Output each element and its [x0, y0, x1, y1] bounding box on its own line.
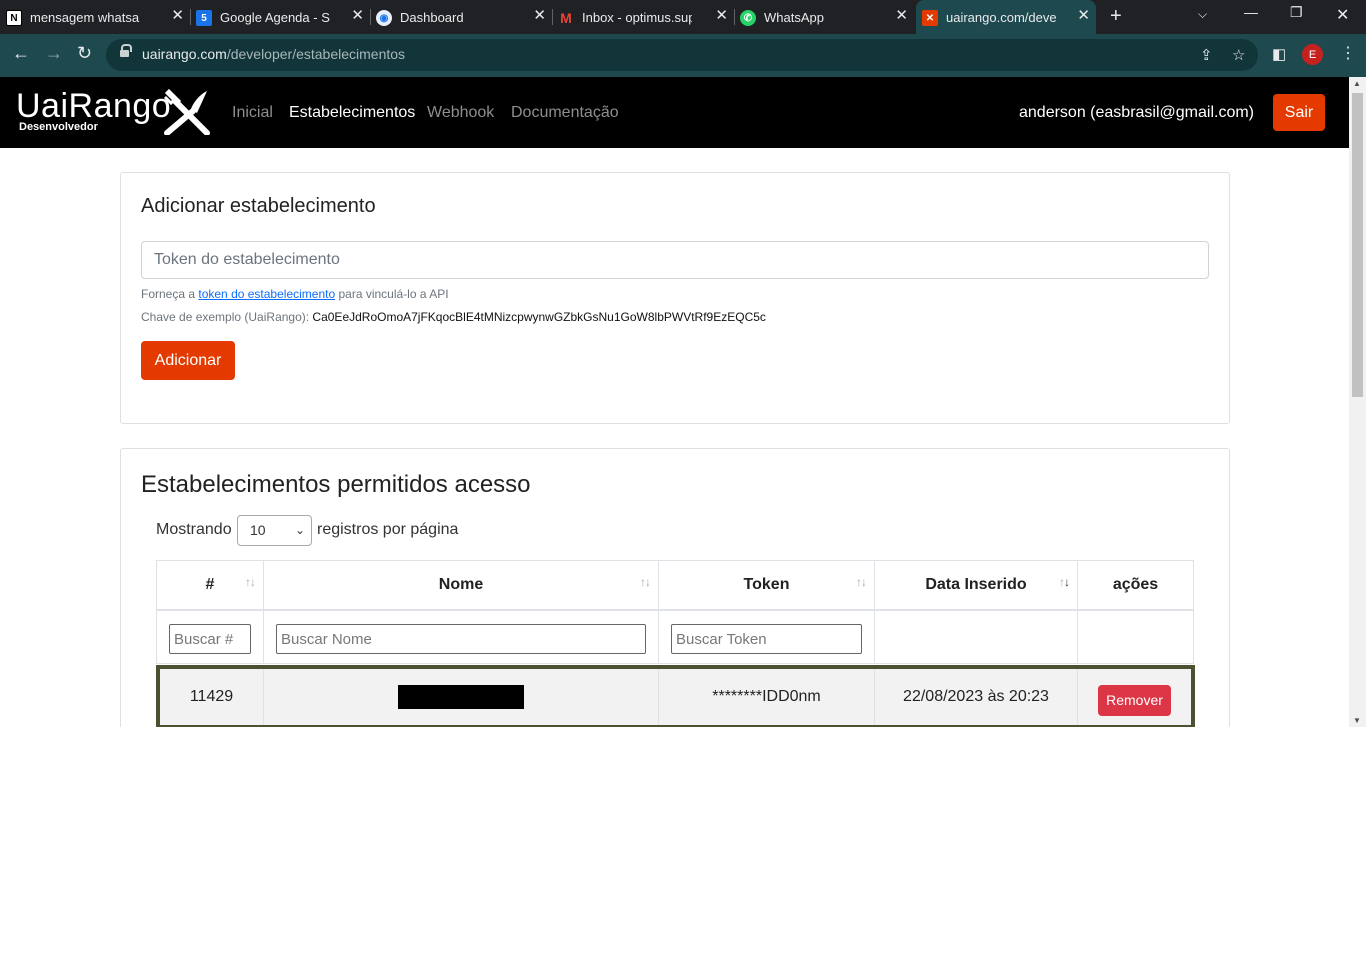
token-help-text: Forneça a token do estabelecimento para … [141, 287, 449, 301]
browser-tab-strip: N mensagem whatsapp: ✕ 5 Google Agenda -… [0, 0, 1366, 34]
close-tab-icon[interactable]: ✕ [715, 8, 728, 24]
cell-acoes: Remover [1078, 669, 1191, 725]
user-info: anderson (easbrasil@gmail.com) [1019, 104, 1254, 121]
tab-search-icon[interactable]: ⌵ [1198, 7, 1207, 22]
filter-token-input[interactable] [671, 624, 862, 654]
sort-icon: ↑↓ [856, 575, 867, 589]
scroll-down-arrow-icon[interactable]: ▼ [1353, 716, 1361, 725]
col-header-acoes: ações [1077, 560, 1194, 610]
filter-id-input[interactable] [169, 624, 251, 654]
share-icon[interactable]: ⇪ [1200, 46, 1213, 64]
browser-tab-4[interactable]: M Inbox - optimus.supor ✕ [552, 0, 735, 34]
side-panel-icon[interactable]: ◧ [1272, 45, 1286, 63]
cell-nome [264, 669, 659, 725]
logo-subtitle: Desenvolvedor [19, 121, 98, 133]
tab-title: Google Agenda - Sem [220, 9, 330, 25]
lock-icon [120, 44, 132, 59]
token-help-link[interactable]: token do estabelecimento [198, 287, 335, 301]
site-logo[interactable]: UaiRango Desenvolvedor [16, 87, 172, 133]
filter-cell-nome [263, 610, 659, 664]
cell-data: 22/08/2023 às 20:23 [875, 669, 1078, 725]
nav-inicial[interactable]: Inicial [232, 104, 273, 122]
per-page-label: registros por página [317, 521, 459, 538]
showing-label: Mostrando [156, 521, 232, 538]
sort-icon: ↑↓ [640, 575, 651, 589]
sort-icon: ↑↓ [245, 575, 256, 589]
example-key-text: Chave de exemplo (UaiRango): Ca0EeJdRoOm… [141, 310, 766, 324]
reload-icon[interactable]: ↻ [77, 43, 92, 64]
col-header-id[interactable]: # ↑↓ [156, 560, 264, 610]
tab-title: Inbox - optimus.supor [582, 9, 692, 25]
logout-button[interactable]: Sair [1273, 94, 1325, 131]
google-calendar-icon: 5 [196, 10, 212, 26]
close-tab-icon[interactable]: ✕ [1077, 8, 1090, 24]
page-size-select[interactable]: 10 ⌄ [237, 515, 312, 546]
nav-documentacao[interactable]: Documentação [511, 104, 619, 122]
tab-title: uairango.com/develop [946, 9, 1056, 25]
forward-icon[interactable]: → [45, 43, 63, 64]
add-card-title: Adicionar estabelecimento [141, 195, 376, 217]
back-icon[interactable]: ← [12, 43, 30, 64]
fork-knife-icon [163, 89, 210, 135]
new-tab-icon[interactable]: + [1110, 5, 1122, 28]
close-tab-icon[interactable]: ✕ [171, 8, 184, 24]
sort-desc-icon: ↑↓ [1059, 575, 1070, 589]
filter-cell-id [156, 610, 264, 664]
token-input[interactable] [141, 241, 1209, 279]
filter-name-input[interactable] [276, 624, 646, 654]
uairango-icon: ✕ [922, 10, 938, 26]
restore-icon[interactable]: ❐ [1290, 4, 1303, 21]
browser-tab-5[interactable]: ✆ WhatsApp ✕ [734, 0, 914, 34]
logo-text: UaiRango [16, 87, 172, 125]
blank-area [0, 727, 1366, 959]
col-header-nome[interactable]: Nome ↑↓ [263, 560, 659, 610]
cell-token: ********IDD0nm [659, 669, 875, 725]
add-establishment-card: Adicionar estabelecimento Forneça a toke… [120, 172, 1230, 424]
redacted-name [398, 685, 524, 709]
col-header-data[interactable]: Data Inserido ↑↓ [874, 560, 1078, 610]
filter-cell-acoes [1077, 610, 1194, 664]
close-window-icon[interactable]: ✕ [1336, 5, 1349, 25]
site-navbar: UaiRango Desenvolvedor Inicial Estabelec… [0, 77, 1349, 148]
close-tab-icon[interactable]: ✕ [533, 8, 546, 24]
col-header-token[interactable]: Token ↑↓ [658, 560, 875, 610]
browser-tab-2[interactable]: 5 Google Agenda - Sem ✕ [190, 0, 371, 34]
tab-title: Dashboard [400, 9, 464, 25]
filter-cell-token [658, 610, 875, 664]
profile-avatar[interactable]: E [1302, 44, 1323, 65]
chevron-down-icon: ⌄ [294, 523, 305, 537]
scrollbar-thumb[interactable] [1352, 93, 1363, 397]
establishments-card: Estabelecimentos permitidos acesso Mostr… [120, 448, 1230, 738]
page-scrollbar[interactable]: ▲ ▼ [1349, 77, 1366, 727]
tab-title: mensagem whatsapp: [30, 9, 140, 25]
example-key: Ca0EeJdRoOmoA7jFKqocBlE4tMNizcpwynwGZbkG… [312, 310, 766, 324]
close-tab-icon[interactable]: ✕ [351, 8, 364, 24]
add-button[interactable]: Adicionar [141, 341, 235, 380]
tab-title: WhatsApp [764, 9, 824, 25]
minimize-icon[interactable]: — [1244, 4, 1258, 20]
close-tab-icon[interactable]: ✕ [895, 8, 908, 24]
page-size-value: 10 [250, 522, 266, 538]
whatsapp-icon: ✆ [740, 10, 756, 26]
browser-tab-6[interactable]: ✕ uairango.com/develop ✕ [916, 0, 1096, 34]
gmail-icon: M [560, 10, 572, 26]
menu-icon[interactable]: ⋮ [1340, 43, 1356, 63]
filter-cell-data [874, 610, 1078, 664]
cell-id: 11429 [160, 669, 264, 725]
table-row[interactable]: 11429 ********IDD0nm 22/08/2023 às 20:23… [156, 665, 1195, 729]
remove-button[interactable]: Remover [1098, 684, 1171, 716]
notion-icon: N [6, 10, 22, 26]
url-text: uairango.com/developer/estabelecimentos [142, 46, 406, 62]
bookmark-star-icon[interactable]: ☆ [1232, 46, 1245, 64]
nav-webhook[interactable]: Webhook [427, 104, 494, 122]
list-card-title: Estabelecimentos permitidos acesso [141, 471, 531, 498]
browser-tab-3[interactable]: ◉ Dashboard ✕ [370, 0, 553, 34]
scroll-up-arrow-icon[interactable]: ▲ [1353, 79, 1361, 88]
address-bar[interactable]: uairango.com/developer/estabelecimentos … [106, 39, 1258, 71]
dashboard-icon: ◉ [376, 10, 392, 26]
browser-toolbar: ← → ↻ uairango.com/developer/estabelecim… [0, 34, 1366, 77]
nav-estabelecimentos[interactable]: Estabelecimentos [289, 104, 415, 122]
browser-tab-1[interactable]: N mensagem whatsapp: ✕ [0, 0, 191, 34]
